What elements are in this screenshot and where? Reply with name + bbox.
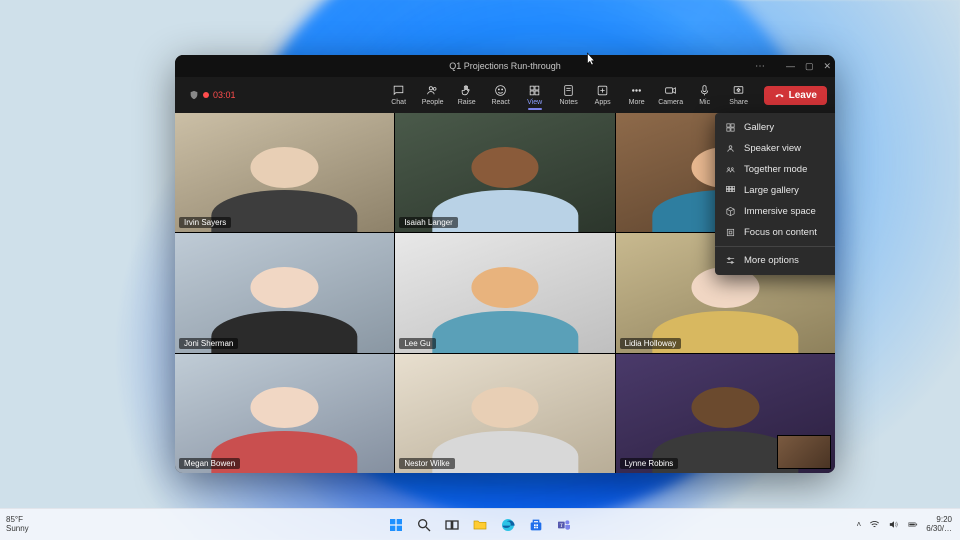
participant-name: Lynne Robins bbox=[620, 458, 679, 469]
apps-button[interactable]: Apps bbox=[588, 84, 618, 106]
start-button[interactable] bbox=[386, 515, 406, 535]
mic-icon bbox=[698, 84, 711, 97]
camera-button[interactable]: Camera bbox=[656, 84, 686, 106]
participant-tile[interactable]: Lynne Robins bbox=[616, 354, 835, 473]
raise-hand-button[interactable]: Raise bbox=[452, 84, 482, 106]
people-icon bbox=[426, 84, 439, 97]
participant-name: Irvin Sayers bbox=[179, 217, 231, 228]
participant-tile[interactable]: Nestor Wilke bbox=[395, 354, 614, 473]
system-tray[interactable]: ˄ 9:20 6/30/… bbox=[857, 516, 952, 534]
people-button[interactable]: People bbox=[418, 84, 448, 106]
view-button[interactable]: View bbox=[520, 84, 550, 106]
taskview-icon bbox=[444, 517, 460, 533]
teams-icon: T bbox=[556, 517, 572, 533]
maximize-button[interactable]: ▢ bbox=[805, 61, 814, 72]
participant-tile[interactable]: Joni Sherman bbox=[175, 233, 394, 352]
taskbar-center: T bbox=[386, 515, 574, 535]
hand-icon bbox=[460, 84, 473, 97]
folder-icon bbox=[472, 517, 488, 533]
explorer-button[interactable] bbox=[470, 515, 490, 535]
notes-icon bbox=[562, 84, 575, 97]
menu-separator bbox=[715, 246, 835, 247]
record-dot-icon bbox=[203, 92, 209, 98]
cube-icon bbox=[725, 206, 736, 217]
menu-item-immersive[interactable]: Immersive space bbox=[715, 201, 835, 222]
participant-name: Isaiah Langer bbox=[399, 217, 457, 228]
participant-name: Megan Bowen bbox=[179, 458, 240, 469]
menu-item-more-options[interactable]: More options bbox=[715, 250, 835, 271]
menu-item-gallery[interactable]: Gallery ✓ bbox=[715, 117, 835, 138]
camera-icon bbox=[664, 84, 677, 97]
participant-name: Lidia Holloway bbox=[620, 338, 682, 349]
recording-timer: 03:01 bbox=[213, 90, 236, 100]
grid-icon bbox=[528, 84, 541, 97]
windows-icon bbox=[388, 517, 404, 533]
titlebar: Q1 Projections Run-through ⋯ — ▢ ✕ bbox=[175, 55, 835, 77]
participant-name: Joni Sherman bbox=[179, 338, 238, 349]
more-icon bbox=[630, 84, 643, 97]
close-button[interactable]: ✕ bbox=[823, 61, 831, 72]
weather-widget[interactable]: 85°F Sunny bbox=[6, 516, 29, 534]
participant-name: Lee Gu bbox=[399, 338, 435, 349]
participant-tile[interactable]: Isaiah Langer bbox=[395, 113, 614, 232]
together-icon bbox=[725, 164, 736, 175]
react-button[interactable]: React bbox=[486, 84, 516, 106]
phone-down-icon bbox=[774, 90, 785, 101]
mic-button[interactable]: Mic bbox=[690, 84, 720, 106]
menu-item-speaker[interactable]: Speaker view bbox=[715, 138, 835, 159]
participant-name: Nestor Wilke bbox=[399, 458, 454, 469]
wifi-icon[interactable] bbox=[869, 519, 880, 530]
taskbar: 85°F Sunny T ˄ 9:20 6/30/… bbox=[0, 508, 960, 540]
teams-button[interactable]: T bbox=[554, 515, 574, 535]
speaker-view-icon bbox=[725, 143, 736, 154]
battery-icon[interactable] bbox=[907, 519, 918, 530]
teams-meeting-window: Q1 Projections Run-through ⋯ — ▢ ✕ 03:01… bbox=[175, 55, 835, 473]
search-icon bbox=[416, 517, 432, 533]
menu-item-focus[interactable]: Focus on content bbox=[715, 222, 835, 243]
share-button[interactable]: Share bbox=[724, 84, 754, 106]
chat-button[interactable]: Chat bbox=[384, 84, 414, 106]
shield-icon bbox=[189, 90, 199, 100]
task-view-button[interactable] bbox=[442, 515, 462, 535]
clock[interactable]: 9:20 6/30/… bbox=[926, 516, 952, 534]
store-icon bbox=[528, 517, 544, 533]
focus-icon bbox=[725, 227, 736, 238]
menu-item-together[interactable]: Together mode bbox=[715, 159, 835, 180]
meeting-toolbar: 03:01 Chat People Raise React View Notes bbox=[175, 77, 835, 113]
self-preview[interactable] bbox=[777, 435, 831, 469]
large-grid-icon bbox=[725, 185, 736, 196]
emoji-icon bbox=[494, 84, 507, 97]
leave-button[interactable]: Leave bbox=[764, 86, 827, 105]
minimize-button[interactable]: — bbox=[786, 61, 795, 71]
participant-tile[interactable]: Megan Bowen bbox=[175, 354, 394, 473]
volume-icon[interactable] bbox=[888, 519, 899, 530]
plus-square-icon bbox=[596, 84, 609, 97]
edge-icon bbox=[500, 517, 516, 533]
menu-item-large-gallery[interactable]: Large gallery bbox=[715, 180, 835, 201]
store-button[interactable] bbox=[526, 515, 546, 535]
sliders-icon bbox=[725, 255, 736, 266]
more-button[interactable]: More bbox=[622, 84, 652, 106]
tray-chevron-icon[interactable]: ˄ bbox=[857, 520, 862, 529]
recording-indicator: 03:01 bbox=[203, 90, 236, 100]
edge-button[interactable] bbox=[498, 515, 518, 535]
titlebar-more-icon[interactable]: ⋯ bbox=[755, 61, 765, 72]
grid-icon bbox=[725, 122, 736, 133]
chevron-right-icon bbox=[834, 255, 835, 266]
weather-cond: Sunny bbox=[6, 525, 29, 534]
window-title: Q1 Projections Run-through bbox=[449, 61, 561, 71]
participant-tile[interactable]: Lee Gu bbox=[395, 233, 614, 352]
notes-button[interactable]: Notes bbox=[554, 84, 584, 106]
view-dropdown: Gallery ✓ Speaker view Together mode Lar… bbox=[715, 113, 835, 275]
search-button[interactable] bbox=[414, 515, 434, 535]
participant-tile[interactable]: Irvin Sayers bbox=[175, 113, 394, 232]
share-screen-icon bbox=[732, 84, 745, 97]
chat-icon bbox=[392, 84, 405, 97]
cursor-icon bbox=[584, 50, 598, 68]
